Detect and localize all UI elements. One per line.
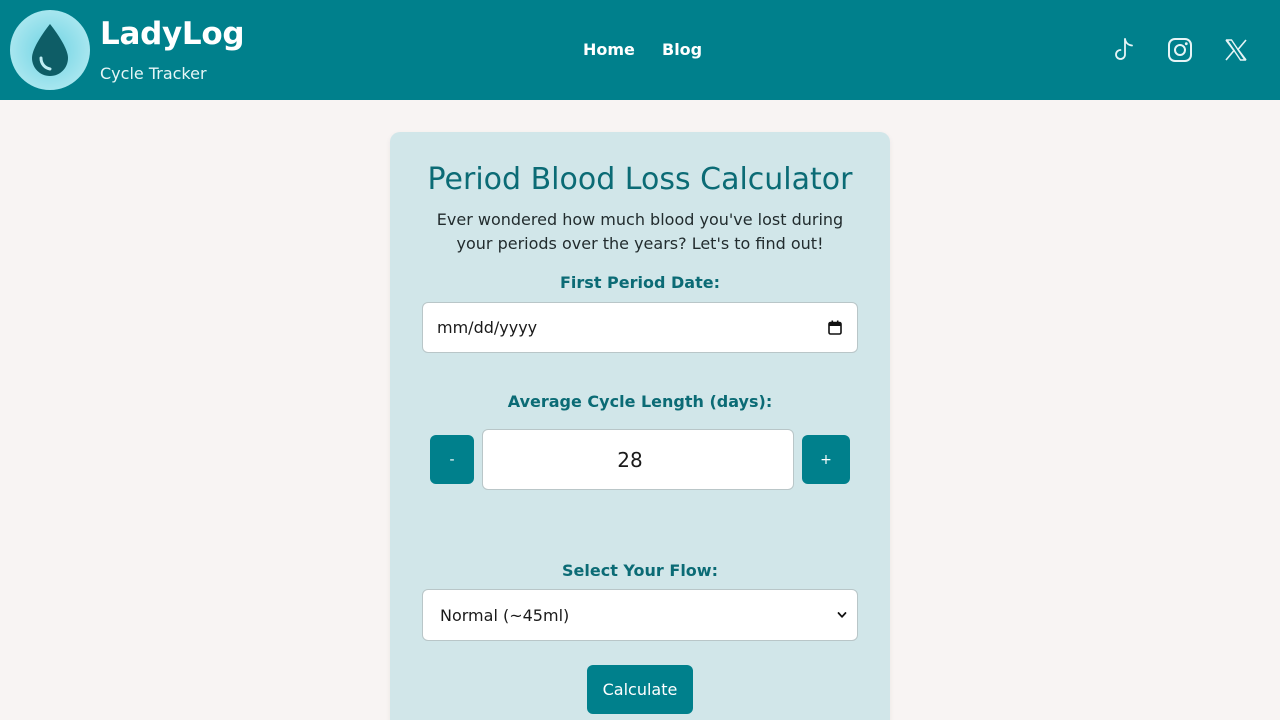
date-placeholder: mm/dd/yyyy — [437, 318, 538, 337]
nav-home-link[interactable]: Home — [583, 40, 635, 59]
tiktok-icon — [1115, 38, 1133, 60]
x-link[interactable] — [1222, 36, 1250, 64]
logo[interactable] — [10, 10, 90, 90]
nav-blog-link[interactable]: Blog — [662, 40, 702, 59]
calendar-icon[interactable] — [828, 320, 842, 335]
site-header: LadyLog Cycle Tracker Home Blog — [0, 0, 1280, 100]
x-icon — [1225, 39, 1247, 61]
page-title: Period Blood Loss Calculator — [427, 162, 853, 197]
blood-drop-icon — [32, 24, 68, 76]
chevron-down-icon — [837, 612, 847, 618]
flow-label: Select Your Flow: — [562, 561, 718, 580]
flow-select[interactable]: Normal (~45ml) — [422, 589, 858, 641]
calculate-button[interactable]: Calculate — [587, 665, 693, 714]
first-period-date-input[interactable]: mm/dd/yyyy — [422, 302, 858, 353]
cycle-length-label: Average Cycle Length (days): — [507, 392, 773, 411]
calculator-description: Ever wondered how much blood you've lost… — [436, 210, 844, 253]
instagram-link[interactable] — [1166, 36, 1194, 64]
first-period-label: First Period Date: — [560, 273, 720, 292]
increment-button[interactable]: + — [802, 435, 850, 484]
decrement-button[interactable]: - — [430, 435, 474, 484]
instagram-icon — [1168, 38, 1192, 62]
cycle-length-value: 28 — [617, 447, 643, 472]
tiktok-link[interactable] — [1110, 36, 1138, 64]
brand-name: LadyLog — [100, 16, 245, 52]
brand-tagline: Cycle Tracker — [100, 64, 207, 83]
cycle-length-input[interactable]: 28 — [482, 429, 794, 490]
flow-selected-value: Normal (~45ml) — [440, 606, 570, 625]
